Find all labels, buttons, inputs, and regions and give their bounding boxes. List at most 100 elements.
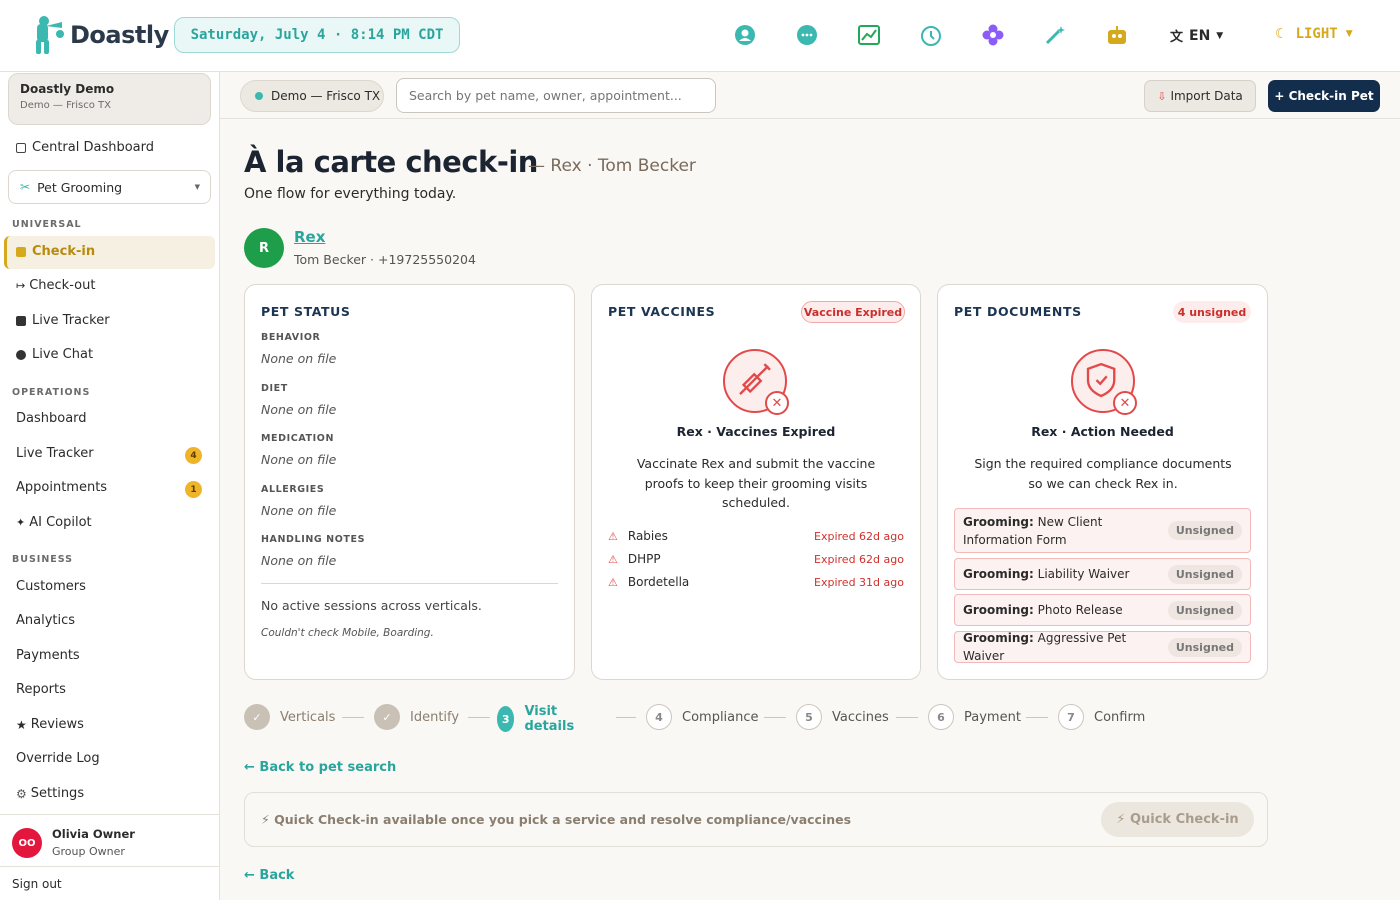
divider: [261, 583, 558, 584]
step-number: 4: [646, 704, 672, 730]
document-row[interactable]: Grooming: Aggressive Pet Waiver Unsigned: [954, 631, 1251, 663]
sidebar-item-ai-copilot[interactable]: ✦ AI Copilot: [16, 515, 216, 530]
step-compliance[interactable]: 4 Compliance: [646, 704, 759, 730]
scissors-icon: ✂: [20, 180, 31, 194]
error-x-icon: ✕: [1113, 391, 1137, 415]
diet-label: DIET: [261, 383, 288, 394]
unsigned-badge: Unsigned: [1167, 521, 1242, 540]
exit-icon: ↦: [16, 279, 26, 292]
error-x-icon: ✕: [765, 391, 789, 415]
step-label: Compliance: [682, 709, 759, 725]
quick-checkin-button[interactable]: ⚡ Quick Check-in: [1101, 802, 1254, 837]
main-content: Demo — Frisco TX ⇩ Import Data + Check-i…: [220, 72, 1400, 900]
document-row[interactable]: Grooming: Photo Release Unsigned: [954, 594, 1251, 626]
document-prefix: Grooming:: [963, 514, 1034, 529]
behavior-label: BEHAVIOR: [261, 332, 321, 343]
document-name: Liability Waiver: [1037, 567, 1130, 581]
back-to-pet-search-link[interactable]: ← Back to pet search: [244, 760, 396, 775]
sidebar: Doastly Demo Demo — Frisco TX Central Da…: [0, 72, 220, 900]
top-bar: Doastly Saturday, July 4 · 8:14 PM CDT 文…: [0, 0, 1400, 72]
behavior-value: None on file: [261, 351, 337, 366]
sign-out-link[interactable]: Sign out: [0, 866, 220, 900]
quick-checkin-text: ⚡ Quick Check-in available once you pick…: [261, 812, 852, 827]
check-in-pet-button[interactable]: + Check-in Pet: [1268, 80, 1380, 112]
sidebar-item-check-out[interactable]: ↦ Check-out: [16, 278, 216, 293]
robot-icon[interactable]: [1106, 24, 1128, 46]
sidebar-item-reviews[interactable]: ★ Reviews: [16, 717, 216, 732]
sidebar-item-label: Analytics: [16, 613, 76, 628]
sidebar-item-customers[interactable]: Customers: [16, 579, 216, 594]
step-number: ✓: [374, 704, 400, 730]
sidebar-item-label: Check-in: [32, 244, 96, 259]
document-row[interactable]: Grooming: Liability Waiver Unsigned: [954, 558, 1251, 590]
document-title: Grooming: Liability Waiver: [963, 565, 1168, 583]
document-prefix: Grooming:: [963, 567, 1034, 581]
step-verticals[interactable]: ✓ Verticals: [244, 704, 335, 730]
card-heading: PET VACCINES: [608, 304, 716, 319]
language-selector[interactable]: 文 EN ▼: [1170, 26, 1223, 46]
unsigned-count-badge: 4 unsigned: [1173, 301, 1251, 323]
chart-icon[interactable]: [858, 24, 880, 46]
back-link[interactable]: ← Back: [244, 868, 294, 883]
user-name: Olivia Owner: [52, 827, 135, 841]
step-visit-details[interactable]: 3 Visit details: [497, 704, 583, 734]
sidebar-item-check-in[interactable]: Check-in: [16, 244, 216, 259]
org-location: Demo — Frisco TX: [20, 100, 111, 111]
sidebar-item-live-tracker[interactable]: Live Tracker: [16, 313, 216, 328]
vertical-selector[interactable]: ✂ Pet Grooming ▼: [8, 170, 211, 204]
step-label: Identify: [410, 709, 460, 725]
unsigned-badge: Unsigned: [1167, 600, 1242, 620]
vaccine-status: Expired 31d ago: [814, 575, 904, 589]
sessions-text: No active sessions across verticals.: [261, 598, 482, 613]
clock-icon[interactable]: [920, 24, 942, 46]
sidebar-item-dashboard[interactable]: Dashboard: [16, 411, 216, 426]
sidebar-item-label: Appointments: [16, 480, 108, 495]
step-confirm[interactable]: 7 Confirm: [1058, 704, 1145, 730]
step-payment[interactable]: 6 Payment: [928, 704, 1021, 730]
section-universal: UNIVERSAL: [12, 219, 82, 230]
pet-status-card: PET STATUS BEHAVIOR None on file DIET No…: [244, 284, 575, 680]
import-data-button[interactable]: ⇩ Import Data: [1144, 80, 1256, 112]
step-label: Verticals: [280, 709, 336, 725]
step-identify[interactable]: ✓ Identify: [374, 704, 459, 730]
search-input[interactable]: [396, 78, 716, 113]
sidebar-item-override-log[interactable]: Override Log: [16, 751, 216, 766]
org-switcher[interactable]: Doastly Demo Demo — Frisco TX: [8, 73, 211, 125]
user-profile[interactable]: OO Olivia Owner Group Owner: [0, 814, 220, 866]
step-connector: [468, 717, 490, 718]
user-circle-icon[interactable]: [734, 24, 756, 46]
theme-toggle[interactable]: ☾ LIGHT ▼: [1275, 26, 1353, 42]
moon-icon: ☾: [1275, 26, 1288, 42]
page-title: À la carte check-in: [244, 145, 538, 179]
document-row[interactable]: Grooming: New Client Information Form Un…: [954, 508, 1251, 553]
allergies-label: ALLERGIES: [261, 484, 325, 495]
sidebar-item-settings[interactable]: ⚙ Settings: [16, 786, 216, 801]
pet-avatar: R: [244, 228, 284, 268]
handling-notes-value: None on file: [261, 553, 337, 568]
step-number: 6: [928, 704, 954, 730]
user-role: Group Owner: [52, 845, 125, 858]
sidebar-item-label: Settings: [30, 786, 85, 801]
appointments-badge: 1: [185, 481, 202, 498]
step-connector: [616, 717, 636, 718]
sidebar-item-label: Dashboard: [16, 411, 87, 426]
brand-logo[interactable]: Doastly: [32, 14, 169, 56]
sidebar-item-analytics[interactable]: Analytics: [16, 613, 216, 628]
flower-icon[interactable]: [982, 24, 1004, 46]
step-connector: [342, 717, 364, 718]
step-connector: [896, 717, 918, 718]
magic-wand-icon[interactable]: [1044, 24, 1066, 46]
sidebar-item-payments[interactable]: Payments: [16, 648, 216, 663]
unsigned-badge: Unsigned: [1167, 637, 1242, 657]
step-vaccines[interactable]: 5 Vaccines: [796, 704, 889, 730]
vaccine-row: ⚠ Bordetella Expired 31d ago: [608, 575, 904, 589]
sidebar-item-reports[interactable]: Reports: [16, 682, 216, 697]
step-number: ✓: [244, 704, 270, 730]
language-label: EN: [1189, 27, 1211, 44]
translate-icon: 文: [1170, 30, 1184, 45]
location-pill[interactable]: Demo — Frisco TX: [240, 80, 384, 112]
sidebar-item-central-dashboard[interactable]: Central Dashboard: [16, 140, 216, 155]
chat-bubble-icon[interactable]: [796, 24, 818, 46]
sidebar-item-live-chat[interactable]: Live Chat: [16, 347, 216, 362]
pet-name-link[interactable]: Rex: [294, 228, 325, 246]
